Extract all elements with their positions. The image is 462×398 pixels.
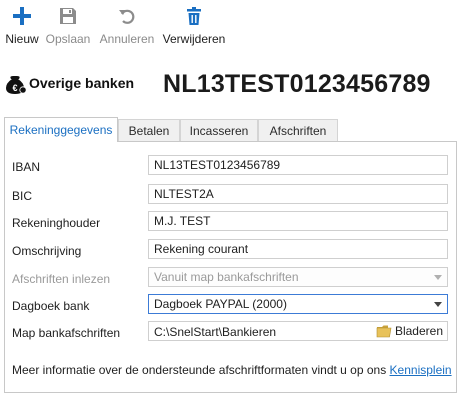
info-text: Meer informatie over de ondersteunde afs… [12, 363, 452, 377]
folder-path-value: C:\SnelStart\Bankieren [154, 325, 277, 339]
tab-afschriften[interactable]: Afschriften [258, 119, 338, 141]
chevron-down-icon[interactable] [434, 302, 442, 307]
kennisplein-link[interactable]: Kennisplein [390, 363, 452, 377]
holder-input[interactable]: M.J. TEST [148, 211, 448, 231]
import-label: Afschriften inlezen [12, 272, 111, 286]
browse-label: Bladeren [394, 324, 443, 338]
import-select-value: Vanuit map bankafschriften [154, 270, 299, 284]
delete-button[interactable]: Verwijderen [162, 6, 226, 46]
tab-incasseren[interactable]: Incasseren [180, 119, 258, 141]
save-button[interactable]: Opslaan [44, 6, 92, 46]
bank-name: Overige banken [29, 75, 135, 91]
description-input[interactable]: Rekening courant [148, 239, 448, 259]
journal-label: Dagboek bank [12, 299, 90, 313]
journal-select-value: Dagboek PAYPAL (2000) [154, 297, 287, 311]
tab-bar: Rekeninggegevens Betalen Incasseren Afsc… [4, 117, 457, 142]
new-button[interactable]: Nieuw [4, 6, 40, 46]
new-label: Nieuw [5, 32, 39, 46]
bic-input[interactable]: NLTEST2A [148, 184, 448, 204]
folder-label: Map bankafschriften [12, 326, 121, 340]
folder-path-field[interactable]: C:\SnelStart\Bankieren Bladeren [148, 321, 448, 341]
journal-select[interactable]: Dagboek PAYPAL (2000) [148, 294, 448, 314]
account-iban-title: NL13TEST0123456789 [163, 70, 431, 98]
tab-rekeninggegevens[interactable]: Rekeninggegevens [4, 117, 118, 142]
plus-icon [13, 7, 31, 25]
description-label: Omschrijving [12, 244, 82, 258]
toolbar: Nieuw Opslaan Annuleren Verwijderen [0, 0, 462, 50]
holder-label: Rekeninghouder [12, 216, 101, 230]
browse-button[interactable]: Bladeren [376, 323, 443, 339]
iban-label: IBAN [12, 160, 41, 174]
delete-label: Verwijderen [162, 32, 226, 46]
cancel-button[interactable]: Annuleren [98, 6, 156, 46]
chevron-down-icon [434, 275, 442, 280]
import-select: Vanuit map bankafschriften [148, 267, 448, 287]
save-label: Opslaan [45, 32, 91, 46]
tab-betalen[interactable]: Betalen [118, 119, 180, 141]
floppy-disk-icon [60, 8, 76, 24]
coin-bag-icon: € [6, 76, 27, 94]
account-header: € Overige banken NL13TEST0123456789 [0, 66, 462, 106]
bic-label: BIC [12, 189, 33, 203]
cancel-label: Annuleren [99, 32, 155, 46]
folder-icon [376, 325, 392, 338]
trash-icon [187, 7, 201, 25]
undo-arrow-icon [119, 9, 135, 24]
svg-text:€: € [12, 83, 17, 93]
account-details-panel: IBAN NL13TEST0123456789 BIC NLTEST2A Rek… [4, 141, 457, 393]
info-sentence: Meer informatie over de ondersteunde afs… [12, 363, 390, 377]
iban-input[interactable]: NL13TEST0123456789 [148, 155, 448, 175]
